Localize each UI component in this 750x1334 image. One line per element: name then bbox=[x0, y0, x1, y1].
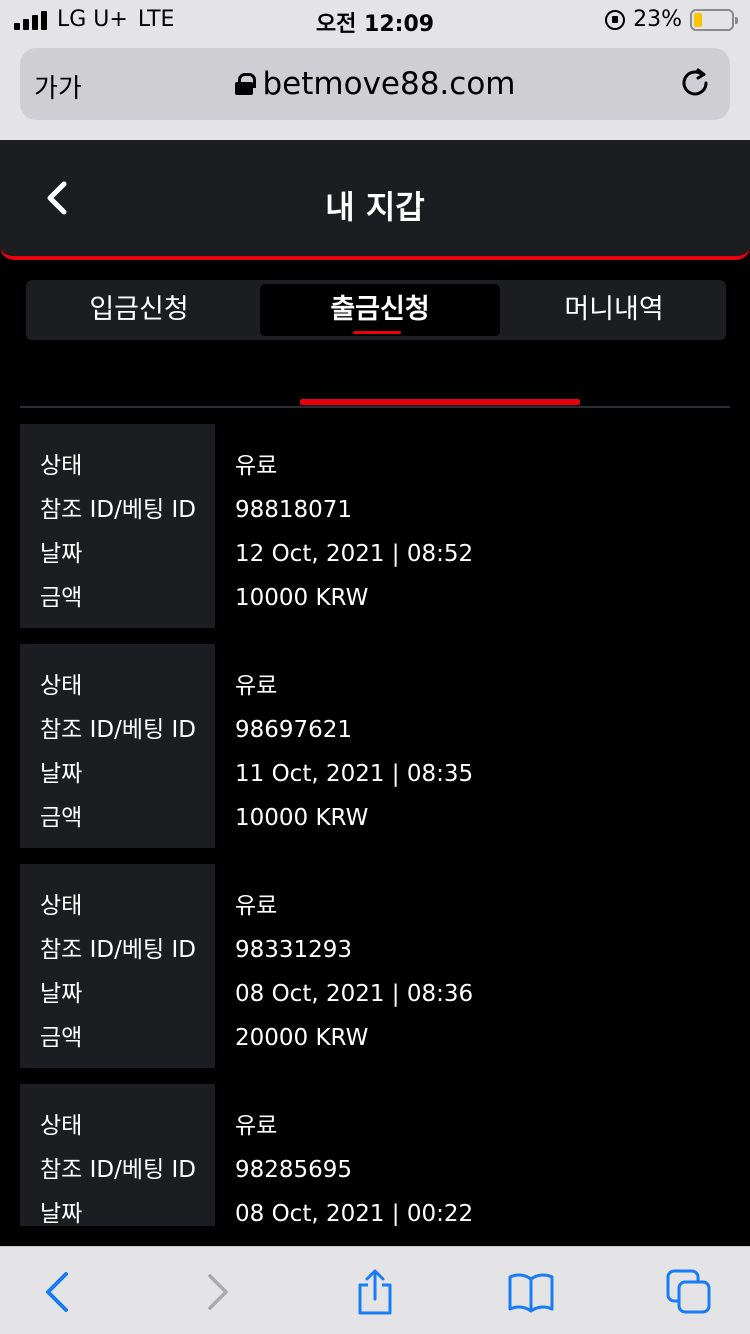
record-label-panel: 상태 참조 ID/베팅 ID 날짜 금액 bbox=[20, 644, 215, 848]
ref-id-label: 참조 ID/베팅 ID bbox=[40, 717, 196, 743]
amount-value: 20000 KRW bbox=[235, 1025, 369, 1051]
url-text[interactable]: betmove88.com bbox=[263, 66, 516, 102]
tab-money-history-label: 머니내역 bbox=[564, 294, 664, 325]
date-value: 12 Oct, 2021 | 08:52 bbox=[235, 541, 474, 567]
ref-id-label: 참조 ID/베팅 ID bbox=[40, 497, 196, 523]
record-label-panel: 상태 참조 ID/베팅 ID 날짜 금액 bbox=[20, 864, 215, 1068]
address-bar[interactable]: 가가 betmove88.com bbox=[20, 48, 730, 120]
date-value: 08 Oct, 2021 | 08:36 bbox=[235, 981, 474, 1007]
page-title: 내 지갑 bbox=[325, 188, 425, 226]
app-header: 내 지갑 bbox=[0, 140, 750, 260]
status-bar: LG U+ LTE 오전 12:09 23% bbox=[0, 0, 750, 40]
wallet-tabs: 입금신청 출금신청 머니내역 bbox=[26, 280, 726, 340]
record-card: 상태 참조 ID/베팅 ID 날짜 금액 유료 98285695 08 Oct,… bbox=[20, 1084, 730, 1226]
date-label: 날짜 bbox=[40, 541, 83, 567]
battery-percent: 23% bbox=[633, 7, 682, 32]
status-value: 유료 bbox=[235, 1113, 278, 1139]
status-value: 유료 bbox=[235, 453, 278, 479]
ref-id-value: 98697621 bbox=[235, 717, 353, 743]
tab-withdraw-label: 출금신청 bbox=[330, 294, 430, 325]
back-icon[interactable] bbox=[36, 1269, 82, 1315]
reload-icon[interactable] bbox=[678, 66, 712, 100]
ref-id-label: 참조 ID/베팅 ID bbox=[40, 937, 196, 963]
browser-url-area: 가가 betmove88.com bbox=[0, 40, 750, 140]
status-label: 상태 bbox=[40, 673, 83, 699]
amount-value: 10000 KRW bbox=[235, 585, 369, 611]
battery-icon bbox=[690, 8, 738, 31]
ref-id-value: 98285695 bbox=[235, 1157, 353, 1183]
tabs-icon[interactable] bbox=[666, 1269, 712, 1315]
browser-toolbar bbox=[0, 1246, 750, 1334]
date-label: 날짜 bbox=[40, 1201, 83, 1226]
date-label: 날짜 bbox=[40, 981, 83, 1007]
status-label: 상태 bbox=[40, 893, 83, 919]
amount-value: 10000 KRW bbox=[235, 805, 369, 831]
status-label: 상태 bbox=[40, 453, 83, 479]
date-label: 날짜 bbox=[40, 761, 83, 787]
withdrawal-records[interactable]: 상태 참조 ID/베팅 ID 날짜 금액 유료 98818071 12 Oct,… bbox=[20, 424, 730, 1226]
record-card: 상태 참조 ID/베팅 ID 날짜 금액 유료 98818071 12 Oct,… bbox=[20, 424, 730, 628]
url-display[interactable]: betmove88.com bbox=[20, 66, 730, 102]
status-value: 유료 bbox=[235, 673, 278, 699]
ref-id-value: 98818071 bbox=[235, 497, 353, 523]
amount-label: 금액 bbox=[40, 1025, 83, 1051]
forward-icon[interactable] bbox=[196, 1269, 242, 1315]
status-value: 유료 bbox=[235, 893, 278, 919]
rotation-lock-icon bbox=[605, 9, 626, 30]
lock-icon bbox=[234, 73, 256, 95]
tab-deposit[interactable]: 입금신청 bbox=[26, 284, 252, 336]
date-value: 11 Oct, 2021 | 08:35 bbox=[235, 761, 474, 787]
bookmarks-icon[interactable] bbox=[508, 1269, 554, 1315]
record-label-panel: 상태 참조 ID/베팅 ID 날짜 금액 bbox=[20, 424, 215, 628]
section-divider bbox=[20, 406, 730, 408]
tab-money-history[interactable]: 머니내역 bbox=[502, 284, 726, 336]
status-right: 23% bbox=[605, 7, 738, 32]
ref-id-value: 98331293 bbox=[235, 937, 353, 963]
tab-withdraw[interactable]: 출금신청 bbox=[260, 284, 500, 336]
amount-label: 금액 bbox=[40, 585, 83, 611]
active-tab-underline bbox=[353, 331, 401, 334]
record-label-panel: 상태 참조 ID/베팅 ID 날짜 금액 bbox=[20, 1084, 215, 1226]
amount-label: 금액 bbox=[40, 805, 83, 831]
record-card: 상태 참조 ID/베팅 ID 날짜 금액 유료 98331293 08 Oct,… bbox=[20, 864, 730, 1068]
ref-id-label: 참조 ID/베팅 ID bbox=[40, 1157, 196, 1183]
status-label: 상태 bbox=[40, 1113, 83, 1139]
date-value: 08 Oct, 2021 | 00:22 bbox=[235, 1201, 474, 1226]
tab-deposit-label: 입금신청 bbox=[89, 294, 189, 325]
record-card: 상태 참조 ID/베팅 ID 날짜 금액 유료 98697621 11 Oct,… bbox=[20, 644, 730, 848]
share-icon[interactable] bbox=[352, 1269, 398, 1315]
battery-fill bbox=[694, 12, 703, 27]
divider-accent-bar bbox=[300, 399, 580, 405]
